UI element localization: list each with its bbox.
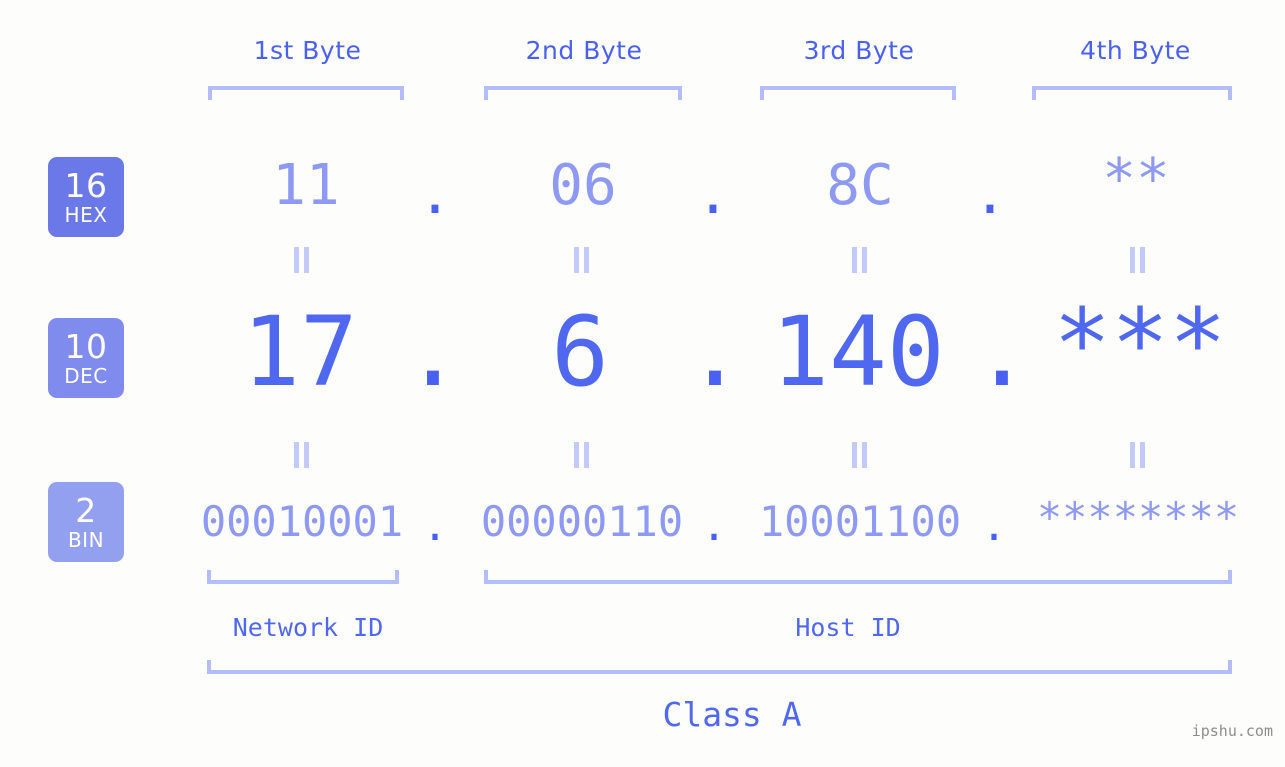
hex-octet-3: 8C (826, 153, 894, 218)
dec-octet-2: 6 (551, 296, 609, 408)
equals-connector-dec-bin-1 (290, 442, 312, 468)
base-badge-bin-number: 2 (75, 491, 97, 530)
base-badge-dec: 10 DEC (48, 318, 124, 398)
hex-separator-3: . (973, 162, 1007, 227)
base-badge-dec-name: DEC (64, 364, 108, 388)
byte-header-label-2: 2nd Byte (525, 36, 643, 65)
bin-octet-3: 10001100 (758, 497, 962, 546)
dec-octet-4: *** (1053, 288, 1227, 400)
hex-separator-2: . (696, 162, 730, 227)
class-label: Class A (662, 695, 802, 734)
base-badge-hex-number: 16 (64, 166, 108, 205)
dec-octet-1: 17 (242, 296, 358, 408)
host-id-bracket (484, 570, 1232, 584)
bin-octet-4: ******** (1036, 493, 1240, 542)
equals-connector-dec-bin-2 (570, 442, 592, 468)
hex-separator-1: . (418, 162, 452, 227)
class-bracket (207, 660, 1232, 674)
bin-octet-2: 00000110 (480, 497, 684, 546)
byte-header-label-3: 3rd Byte (803, 36, 915, 65)
dec-separator-1: . (404, 296, 462, 408)
site-watermark: ipshu.com (1191, 722, 1273, 740)
bin-octet-1: 00010001 (200, 497, 404, 546)
equals-connector-hex-dec-3 (848, 247, 870, 273)
equals-connector-hex-dec-1 (290, 247, 312, 273)
network-id-label: Network ID (232, 613, 384, 642)
dec-separator-2: . (686, 296, 744, 408)
byte-bracket-1 (208, 86, 404, 100)
bin-separator-1: . (422, 501, 448, 550)
base-badge-hex-name: HEX (64, 203, 108, 227)
bin-separator-3: . (981, 501, 1007, 550)
dec-octet-3: 140 (771, 296, 945, 408)
bin-separator-2: . (701, 501, 727, 550)
byte-bracket-4 (1032, 86, 1232, 100)
byte-header-label-4: 4th Byte (1080, 36, 1191, 65)
hex-octet-1: 11 (272, 153, 340, 218)
equals-connector-dec-bin-4 (1126, 442, 1148, 468)
equals-connector-hex-dec-4 (1126, 247, 1148, 273)
dec-separator-3: . (973, 296, 1031, 408)
network-id-bracket (207, 570, 399, 584)
equals-connector-dec-bin-3 (848, 442, 870, 468)
hex-octet-4: ** (1102, 147, 1170, 212)
base-badge-bin: 2 BIN (48, 482, 124, 562)
base-badge-hex: 16 HEX (48, 157, 124, 237)
byte-bracket-3 (760, 86, 956, 100)
hex-octet-2: 06 (549, 153, 617, 218)
ip-address-breakdown-diagram: 1st Byte 2nd Byte 3rd Byte 4th Byte 16 H… (0, 0, 1285, 767)
base-badge-dec-number: 10 (64, 327, 108, 366)
byte-bracket-2 (484, 86, 682, 100)
host-id-label: Host ID (795, 613, 901, 642)
equals-connector-hex-dec-2 (570, 247, 592, 273)
byte-header-label-1: 1st Byte (253, 36, 362, 65)
base-badge-bin-name: BIN (67, 528, 105, 552)
